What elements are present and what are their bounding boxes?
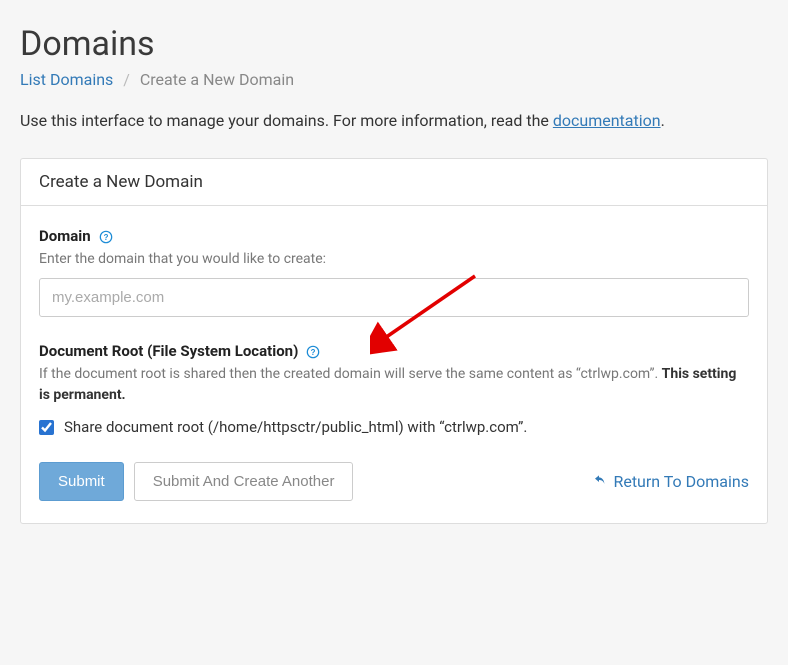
documentation-link[interactable]: documentation [553,111,661,130]
share-docroot-checkbox[interactable] [39,420,54,435]
domain-hint: Enter the domain that you would like to … [39,249,749,270]
docroot-label: Document Root (File System Location) [39,342,298,360]
domain-field-group: Domain ? Enter the domain that you would… [39,226,749,317]
share-docroot-row[interactable]: Share document root (/home/httpsctr/publ… [39,418,749,436]
svg-text:?: ? [103,233,108,242]
panel-heading: Create a New Domain [21,159,767,206]
help-icon[interactable]: ? [99,230,113,244]
docroot-hint: If the document root is shared then the … [39,364,749,406]
breadcrumb-current: Create a New Domain [140,70,294,89]
help-icon[interactable]: ? [306,345,320,359]
breadcrumb: List Domains / Create a New Domain [20,70,768,89]
intro-prefix: Use this interface to manage your domain… [20,111,553,130]
intro-suffix: . [661,111,665,130]
domain-label: Domain [39,227,91,245]
create-domain-panel: Create a New Domain Domain ? Enter the d… [20,158,768,524]
svg-text:?: ? [311,348,316,357]
page-title: Domains [20,24,768,64]
domain-input[interactable] [39,278,749,317]
submit-create-another-button[interactable]: Submit And Create Another [134,462,354,501]
return-link-label: Return To Domains [613,472,749,491]
actions-row: Submit Submit And Create Another Return … [39,436,749,501]
submit-button[interactable]: Submit [39,462,124,501]
docroot-field-group: Document Root (File System Location) ? I… [39,341,749,436]
return-to-domains-link[interactable]: Return To Domains [591,472,749,491]
docroot-hint-prefix: If the document root is shared then the … [39,366,662,382]
breadcrumb-separator: / [117,70,136,89]
breadcrumb-list-domains[interactable]: List Domains [20,70,113,89]
undo-arrow-icon [591,474,607,490]
share-docroot-label: Share document root (/home/httpsctr/publ… [64,418,527,436]
intro-text: Use this interface to manage your domain… [20,111,768,130]
